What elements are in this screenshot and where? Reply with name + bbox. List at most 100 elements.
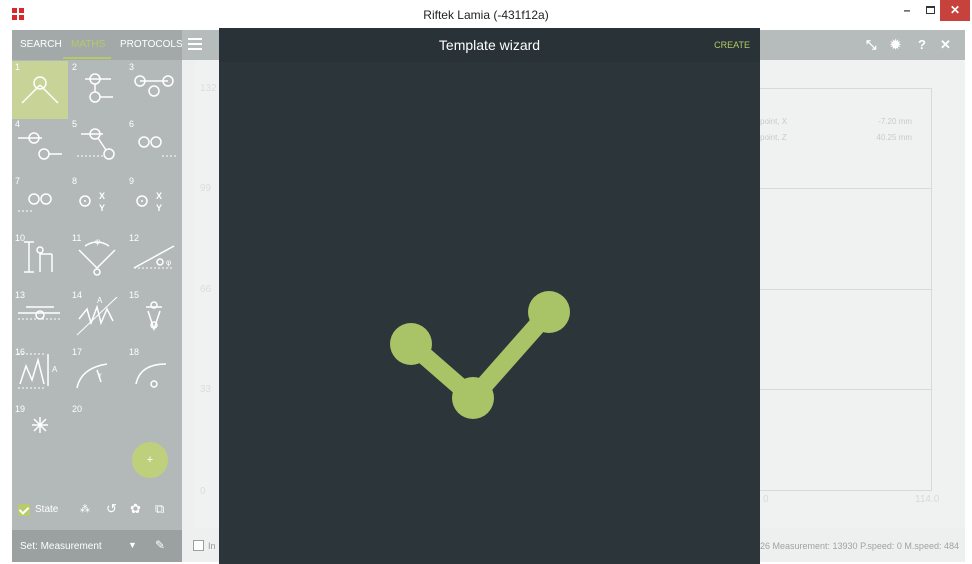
three-circles-tool-icon <box>134 75 174 97</box>
svg-text:X: X <box>156 191 162 201</box>
svg-text:φ: φ <box>166 258 171 267</box>
grid-line <box>760 389 932 390</box>
svg-text:A: A <box>97 296 103 305</box>
measurement-panel: point, X -7.20 mm point, Z 40.25 mm <box>760 110 920 150</box>
status-text: 26 Measurement: 13930 P.speed: 0 M.speed… <box>760 541 959 551</box>
peak-tool-icon: A <box>18 353 58 389</box>
tool-17[interactable]: 17 r <box>69 346 125 404</box>
angle-tool-icon <box>21 76 59 104</box>
tool-10[interactable]: 10 <box>12 232 68 290</box>
grid-line <box>760 88 932 89</box>
svg-text:φ: φ <box>95 237 100 246</box>
filter-icon[interactable]: ⁂ <box>80 504 90 515</box>
state-checkbox[interactable] <box>18 504 30 516</box>
left-tabs: SEARCH MATHS PROTOCOLS <box>12 30 183 60</box>
help-icon[interactable]: ? <box>918 37 926 52</box>
chevron-down-icon: ▼ <box>128 540 137 550</box>
checkmark-icon <box>390 291 570 419</box>
grid-line <box>760 188 932 189</box>
dialog-header: Template wizard CREATE <box>219 28 760 62</box>
add-math-button[interactable]: + <box>132 442 168 478</box>
y-tick-label: 33 <box>200 384 212 395</box>
maximize-icon <box>925 6 935 14</box>
measurement-row: point, Z 40.25 mm <box>760 133 912 142</box>
tool-16[interactable]: 16 A <box>12 346 68 404</box>
tab-search[interactable]: SEARCH <box>20 39 62 50</box>
tab-protocols[interactable]: PROTOCOLS <box>120 39 183 50</box>
y-tick-label: 0 <box>200 486 206 497</box>
grid-line <box>760 289 932 290</box>
tool-20[interactable]: 20 <box>69 403 125 461</box>
maximize-button[interactable] <box>920 0 940 21</box>
grid-line <box>760 490 932 491</box>
undo-icon[interactable]: ↺ <box>106 501 117 517</box>
invert-label: In <box>208 541 216 551</box>
edit-icon[interactable]: ✎ <box>155 538 165 552</box>
tool-8[interactable]: 8 XY <box>69 175 125 233</box>
slope-angle-tool-icon: φ <box>133 245 175 269</box>
svg-text:X: X <box>99 191 105 201</box>
arc-angle-tool-icon: φ <box>78 237 116 276</box>
tab-maths[interactable]: MATHS <box>71 39 105 50</box>
gear-icon[interactable]: ✹ <box>890 37 901 53</box>
fullscreen-icon[interactable]: ⤡ <box>866 37 876 53</box>
two-circles-offset-tool-icon <box>18 132 62 160</box>
y-tick-label: 132 <box>200 83 217 94</box>
arc-center-tool-icon <box>135 363 167 388</box>
v-groove-tool-icon <box>146 301 162 332</box>
tool-4[interactable]: 4 <box>12 118 68 176</box>
x-tick-label: 0 <box>763 494 769 505</box>
settings-icon[interactable]: ✿ <box>130 501 141 517</box>
tool-12[interactable]: 12 φ <box>126 232 182 290</box>
circle-xy-tool-icon: XY <box>79 191 105 213</box>
state-label: State <box>35 504 59 515</box>
tool-5[interactable]: 5 <box>69 118 125 176</box>
set-selector[interactable]: Set: Measurement ▼ ✎ <box>12 530 182 562</box>
window-title: Riftek Lamia (-431f12a) <box>423 8 549 22</box>
zigzag-tool-icon: A <box>76 296 118 336</box>
two-circles-tool-icon <box>138 136 178 157</box>
radius-tool-icon: r <box>76 363 108 389</box>
active-tab-indicator <box>63 57 111 59</box>
width-tool-icon <box>18 306 60 320</box>
y-tick-label: 99 <box>200 183 212 194</box>
svg-text:Y: Y <box>156 203 162 213</box>
dialog-title: Template wizard <box>438 37 541 53</box>
close-window-button[interactable]: ✕ <box>940 0 970 21</box>
tool-6[interactable]: 6 <box>126 118 182 176</box>
tool-19[interactable]: 19 <box>12 403 68 461</box>
grid-line <box>931 88 932 490</box>
minimize-button[interactable]: – <box>900 0 914 21</box>
tool-14[interactable]: 14 A <box>69 289 125 347</box>
tool-2[interactable]: 2 <box>69 61 125 119</box>
svg-text:A: A <box>52 365 58 374</box>
tool-18[interactable]: 18 <box>126 346 182 404</box>
sparkle-tool-icon <box>32 417 48 433</box>
copy-icon[interactable]: ⧉ <box>155 501 164 517</box>
tool-15[interactable]: 15 <box>126 289 182 347</box>
invert-checkbox[interactable] <box>193 540 204 551</box>
tool-11[interactable]: 11 φ <box>69 232 125 290</box>
set-label: Set: Measurement <box>20 541 102 552</box>
x-tick-label: 114.0 <box>915 494 940 505</box>
height-tool-icon <box>24 241 53 273</box>
window-titlebar: Riftek Lamia (-431f12a) – ✕ <box>0 0 972 30</box>
close-icon[interactable]: ✕ <box>940 37 951 53</box>
template-wizard-dialog: Template wizard CREATE <box>219 28 760 564</box>
tool-9[interactable]: 9 XY <box>126 175 182 233</box>
tool-1[interactable]: 1 <box>12 61 68 119</box>
tool-13[interactable]: 13 <box>12 289 68 347</box>
hamburger-icon[interactable] <box>188 38 202 50</box>
measurement-row: point, X -7.20 mm <box>760 117 912 126</box>
circle-xy-max-tool-icon: XY <box>136 191 162 213</box>
y-tick-label: 66 <box>200 284 212 295</box>
tool-3[interactable]: 3 <box>126 61 182 119</box>
tool-7[interactable]: 7 <box>12 175 68 233</box>
circle-line-tool-icon <box>85 73 113 103</box>
svg-text:r: r <box>99 371 102 380</box>
create-button[interactable]: CREATE <box>714 40 750 50</box>
bottom-toolbar: State ⁂ ↺ ✿ ⧉ <box>12 496 182 524</box>
diagonal-circles-tool-icon <box>77 128 115 160</box>
svg-text:Y: Y <box>99 203 105 213</box>
circle-pair-tool-icon <box>18 193 52 212</box>
